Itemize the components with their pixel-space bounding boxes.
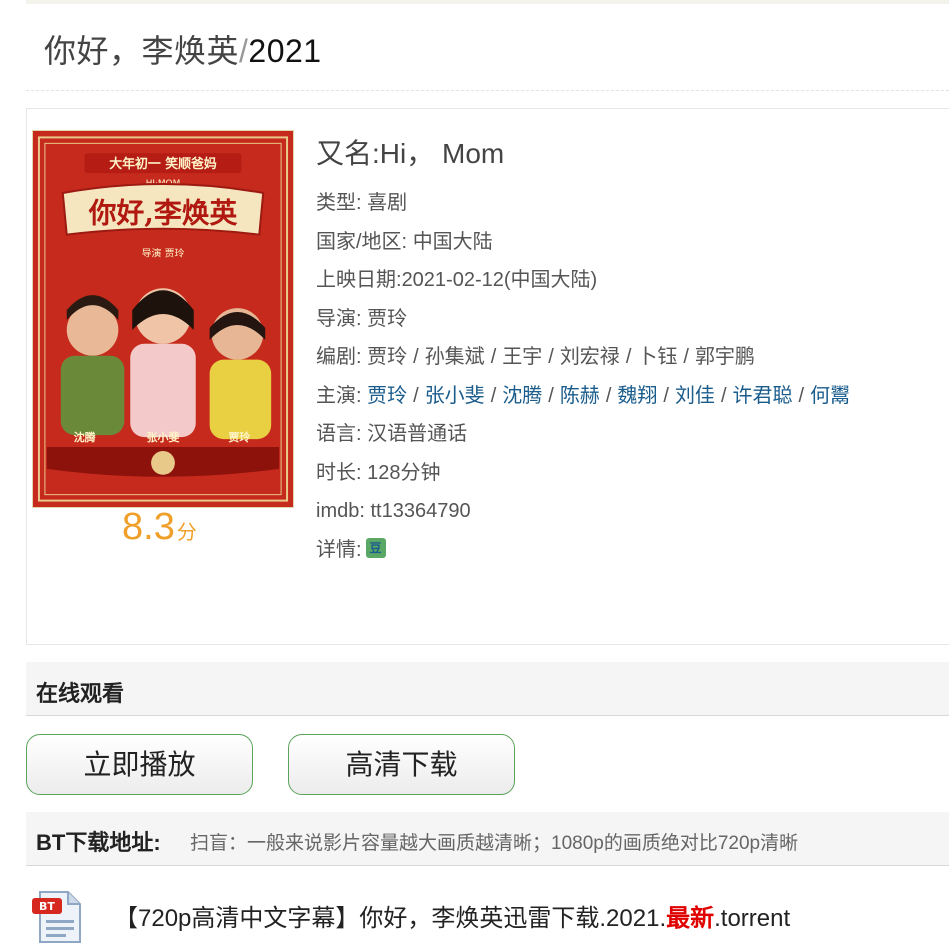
genre-label: 类型: (316, 192, 362, 214)
title-divider (26, 90, 949, 91)
writer-name: 郭宇鹏 (694, 346, 755, 368)
movie-details: 又名:Hi， Mom 类型: 喜剧 国家/地区: 中国大陆 上映日期:2021-… (316, 134, 946, 569)
genre-value: 喜剧 (367, 192, 408, 214)
region-value: 中国大陆 (412, 230, 493, 253)
region-row: 国家/地区: 中国大陆 (316, 223, 946, 262)
torrent-item: BT 【720p高清中文字幕】你好，李焕英迅雷下载.2021.最新.torren… (30, 884, 930, 944)
writer-name: 卜钰 (637, 346, 678, 368)
cast-link[interactable]: 沈腾 (502, 385, 542, 407)
cast-link[interactable]: 张小斐 (425, 385, 485, 407)
bt-quality-hint: 扫盲：一般来说影片容量越大画质越清晰；1080p的画质绝对比720p清晰 (190, 833, 799, 854)
score-unit: 分 (176, 522, 197, 544)
poster-image: 大年初一 笑顺爸妈 HI·MOM 你好,李焕英 导演 贾玲 沈腾 张小斐 贾玲 (33, 131, 293, 507)
rating-score: 8.3 分 (122, 506, 197, 549)
alias-label: 又名: (316, 138, 380, 169)
region-label: 国家/地区: (316, 230, 408, 253)
hd-download-button[interactable]: 高清下载 (288, 734, 515, 795)
director-row: 导演: 贾玲 (316, 300, 946, 339)
score-value: 8.3 (122, 506, 175, 548)
cast-link[interactable]: 何鬻 (810, 385, 850, 407)
douban-icon[interactable]: 豆 (365, 538, 386, 559)
poster-logo-text: 你好,李焕英 (88, 197, 238, 230)
imdb-label: imdb: (316, 500, 365, 522)
cast-link[interactable]: 刘佳 (675, 385, 715, 407)
language-label: 语言: (316, 423, 362, 445)
duration-value: 128分钟 (367, 461, 441, 484)
cast-row: 主演: 贾玲 / 张小斐 / 沈腾 / 陈赫 / 魏翔 / 刘佳 / 许君聪 / 何鬻 (316, 384, 851, 407)
alias-row: 又名:Hi， Mom (316, 134, 946, 174)
cast-link[interactable]: 魏翔 (617, 385, 657, 407)
director-value: 贾玲 (367, 307, 408, 330)
duration-row: 时长: 128分钟 (316, 454, 946, 493)
top-divider (26, 0, 949, 4)
writer-name: 贾玲 (367, 346, 408, 368)
writers-label: 编剧: (316, 346, 362, 368)
imdb-row: imdb: tt13364790 (316, 492, 946, 531)
new-tag: 最新 (666, 905, 715, 932)
online-watch-header: 在线观看 (26, 662, 949, 716)
imdb-value: tt13364790 (370, 500, 471, 522)
poster-banner-text: 大年初一 笑顺爸妈 (109, 156, 217, 172)
language-value: 汉语普通话 (367, 423, 468, 445)
play-now-button[interactable]: 立即播放 (26, 734, 253, 795)
cast-link[interactable]: 许君聪 (733, 385, 793, 407)
torrent-extension: .torrent (714, 905, 791, 932)
movie-title: 你好，李焕英 (44, 33, 240, 69)
language-row: 语言: 汉语普通话 (316, 415, 946, 454)
writer-name: 孙集斌 (424, 346, 485, 368)
director-label: 导演: (316, 307, 362, 330)
writer-name: 王宇 (502, 346, 543, 368)
title-slash: / (239, 33, 249, 69)
online-section-title: 在线观看 (36, 681, 125, 706)
release-row: 上映日期:2021-02-12(中国大陆) (316, 261, 946, 300)
poster-name-3: 贾玲 (229, 430, 251, 444)
cast-link[interactable]: 陈赫 (560, 385, 600, 407)
writers-row: 编剧: 贾玲 / 孙集斌 / 王宇 / 刘宏禄 / 卜钰 / 郭宇鹏 (316, 346, 755, 368)
release-value: 2021-02-12(中国大陆) (401, 269, 598, 291)
release-label: 上映日期: (316, 269, 402, 291)
writer-name: 刘宏禄 (559, 346, 620, 368)
torrent-name: 【720p高清中文字幕】你好，李焕英迅雷下载.2021. (114, 905, 667, 932)
torrent-file-icon: BT (32, 891, 81, 943)
alias-value: Hi， Mom (379, 138, 505, 169)
cast-link[interactable]: 贾玲 (367, 385, 407, 407)
details-row: 详情: 豆 (316, 531, 946, 570)
poster-name-1: 沈腾 (74, 430, 97, 444)
movie-poster[interactable]: 大年初一 笑顺爸妈 HI·MOM 你好,李焕英 导演 贾玲 沈腾 张小斐 贾玲 (32, 130, 294, 508)
details-label: 详情: (316, 538, 362, 561)
genre-row: 类型: 喜剧 (316, 184, 946, 223)
torrent-download-link[interactable]: 【720p高清中文字幕】你好，李焕英迅雷下载.2021.最新.torrent (114, 898, 790, 933)
torrent-icon-label: BT (39, 900, 55, 913)
duration-label: 时长: (316, 461, 362, 484)
page-title: 你好，李焕英/2021 (44, 26, 322, 72)
poster-credit: 导演 贾玲 (142, 246, 185, 259)
bt-section-title: BT下载地址: (36, 830, 161, 855)
bt-download-header: BT下载地址: 扫盲：一般来说影片容量越大画质越清晰；1080p的画质绝对比72… (26, 812, 949, 866)
cast-label: 主演: (316, 384, 362, 407)
movie-year: 2021 (248, 33, 322, 69)
poster-name-2: 张小斐 (147, 430, 180, 444)
